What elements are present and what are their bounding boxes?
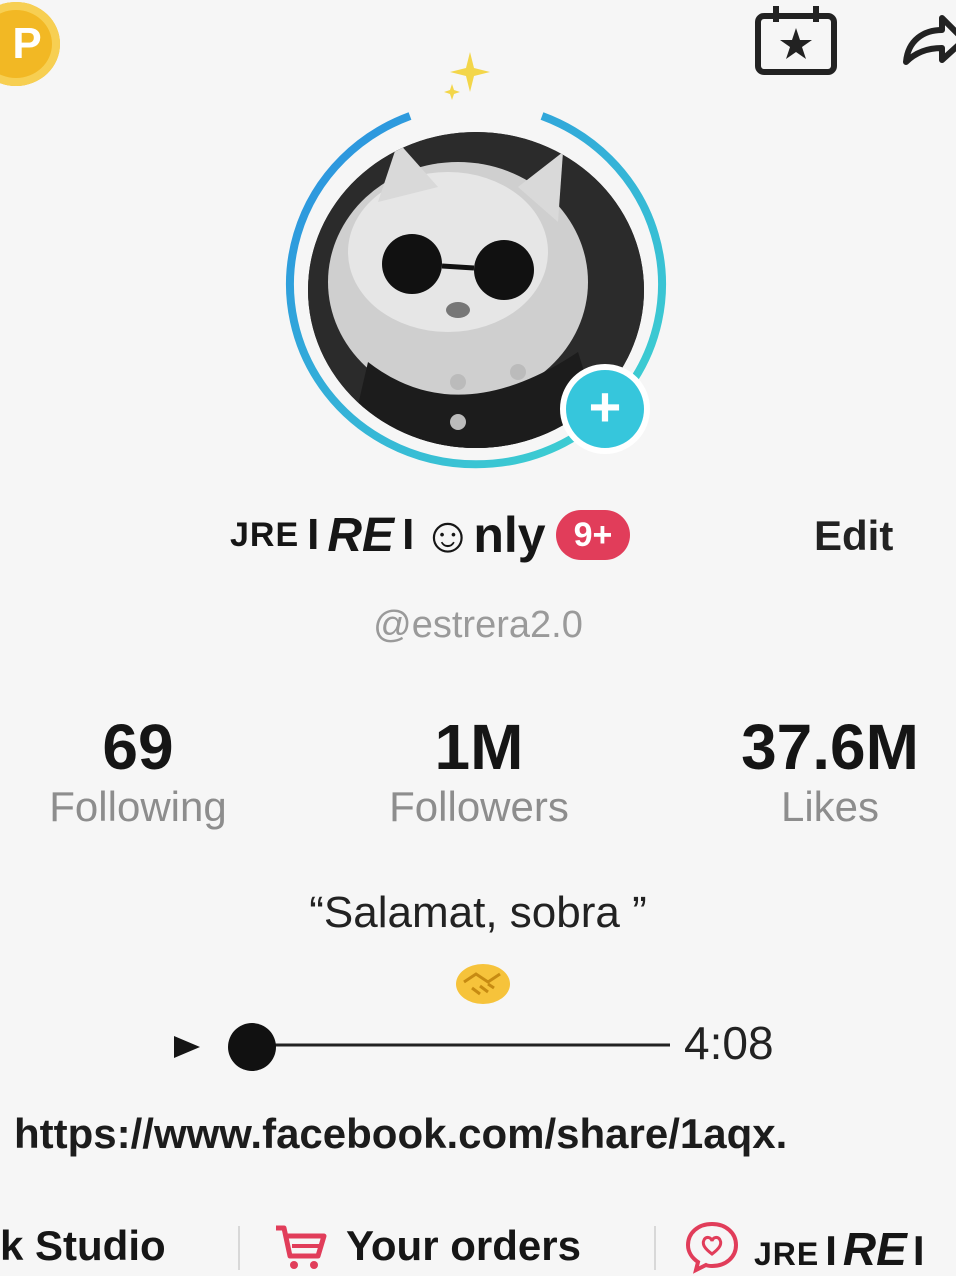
- divider: [238, 1226, 240, 1270]
- group-main: RE: [842, 1223, 907, 1275]
- stat-value: 37.6M: [741, 711, 919, 783]
- name-suffix: ☺nly: [422, 507, 546, 563]
- name-separator: I: [307, 510, 320, 559]
- your-orders-shortcut[interactable]: Your orders: [346, 1222, 581, 1270]
- calendar-star-icon[interactable]: [752, 4, 840, 76]
- stat-followers[interactable]: 1M Followers: [348, 712, 610, 833]
- group-shortcut[interactable]: JRE I RE I: [754, 1222, 931, 1276]
- name-main: RE: [327, 508, 395, 562]
- group-tail: I: [912, 1227, 925, 1274]
- add-story-button[interactable]: +: [560, 364, 650, 454]
- share-arrow-icon[interactable]: [898, 0, 956, 80]
- display-name: JRE I RE I ☺nly 9+: [230, 500, 631, 570]
- username-handle: @estrera2.0: [373, 604, 583, 646]
- stat-label: Following: [49, 783, 227, 831]
- name-separator-2: I: [402, 510, 415, 559]
- coin-label: P: [12, 19, 42, 68]
- plus-icon: +: [588, 375, 622, 438]
- bio-link[interactable]: https://www.facebook.com/share/1aqx.: [14, 1110, 787, 1158]
- notification-badge[interactable]: 9+: [555, 510, 631, 560]
- group-prefix: JRE: [754, 1236, 820, 1272]
- play-icon[interactable]: [172, 1032, 202, 1062]
- audio-progress-slider[interactable]: [226, 1017, 676, 1077]
- edit-profile-button[interactable]: Edit: [814, 512, 893, 560]
- coins-button[interactable]: P: [0, 2, 60, 86]
- chat-heart-icon[interactable]: [684, 1218, 740, 1274]
- bio-text: “Salamat, sobra ”: [309, 888, 647, 937]
- stat-label: Likes: [780, 783, 880, 831]
- studio-shortcut[interactable]: k Studio: [0, 1222, 166, 1270]
- name-prefix: JRE: [230, 515, 300, 554]
- group-separator: I: [825, 1227, 837, 1274]
- handshake-emoji: [456, 964, 510, 1004]
- divider: [654, 1226, 656, 1270]
- stat-value: 69: [102, 711, 174, 783]
- stat-label: Followers: [389, 783, 569, 831]
- stat-value: 1M: [434, 711, 524, 783]
- stat-likes[interactable]: 37.6M Likes: [716, 712, 944, 833]
- audio-duration: 4:08: [684, 1017, 774, 1069]
- cart-icon[interactable]: [272, 1222, 328, 1272]
- stat-following[interactable]: 69 Following: [0, 712, 276, 833]
